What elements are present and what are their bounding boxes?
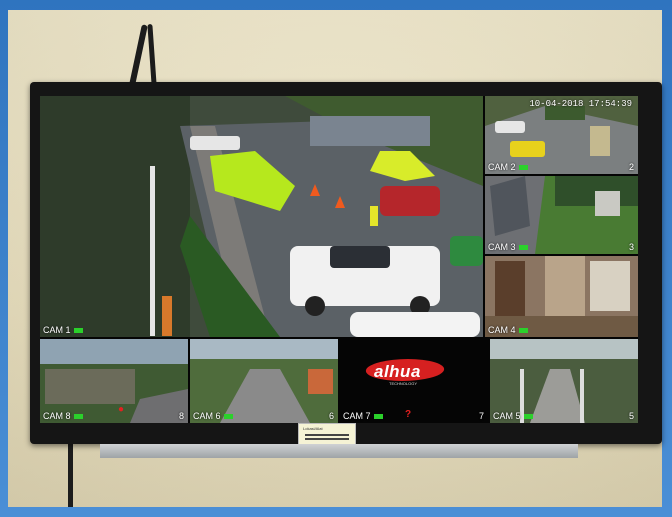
recording-indicator <box>518 245 528 251</box>
camera-label: CAM 4 <box>488 325 528 335</box>
camera-view-cam5[interactable]: CAM 5 5 <box>490 339 638 423</box>
camera-view-cam4[interactable]: CAM 4 <box>485 256 638 337</box>
barcode-line <box>305 438 349 440</box>
camera-view-cam8[interactable]: CAM 8 ● 8 <box>40 339 188 423</box>
cable <box>68 440 73 507</box>
recording-indicator <box>518 165 528 171</box>
recording-indicator <box>523 414 533 420</box>
brand-logo: alhua <box>374 362 421 381</box>
camera-label: CAM 6 <box>193 411 233 421</box>
camera-label: CAM 2 <box>488 162 528 172</box>
timestamp: 10-04-2018 17:54:39 <box>529 99 632 109</box>
camera-number: 8 <box>178 411 184 421</box>
asset-sticker: Lokasi/Alat <box>298 423 356 445</box>
camera-number: 6 <box>328 411 334 421</box>
question-icon: ? <box>405 409 412 420</box>
camera-view-cam2[interactable]: 10-04-2018 17:54:39 CAM 2 2 <box>485 96 638 174</box>
camera-number: 3 <box>628 242 634 252</box>
camera-view-cam6[interactable]: CAM 6 6 <box>190 339 338 423</box>
recording-indicator <box>73 328 83 334</box>
cam1-scene <box>40 96 483 337</box>
alert-icon: ● <box>118 404 125 415</box>
recording-indicator <box>223 414 233 420</box>
recording-indicator <box>373 414 383 420</box>
camera-number: 7 <box>478 411 484 421</box>
brand-tagline: TECHNOLOGY <box>389 381 418 386</box>
recording-indicator <box>518 328 528 334</box>
camera-number: 2 <box>628 162 634 172</box>
sticker-text: Lokasi/Alat <box>303 426 323 431</box>
camera-view-cam3[interactable]: CAM 3 3 <box>485 176 638 254</box>
camera-label: CAM 7 <box>343 411 383 421</box>
barcode-line <box>305 434 349 436</box>
camera-label: CAM 5 <box>493 411 533 421</box>
cctv-screen: CAM 1 10-04-2018 17:54:39 CAM 2 2 CAM 3 … <box>40 96 638 423</box>
camera-label: CAM 3 <box>488 242 528 252</box>
camera-label: CAM 1 <box>43 325 83 335</box>
recording-indicator <box>73 414 83 420</box>
camera-label: CAM 8 <box>43 411 83 421</box>
monitor-stand <box>100 444 578 458</box>
camera-view-cam7[interactable]: alhua TECHNOLOGY CAM 7 ? 7 <box>340 339 488 423</box>
camera-number: 5 <box>628 411 634 421</box>
camera-view-cam1[interactable]: CAM 1 <box>40 96 483 337</box>
